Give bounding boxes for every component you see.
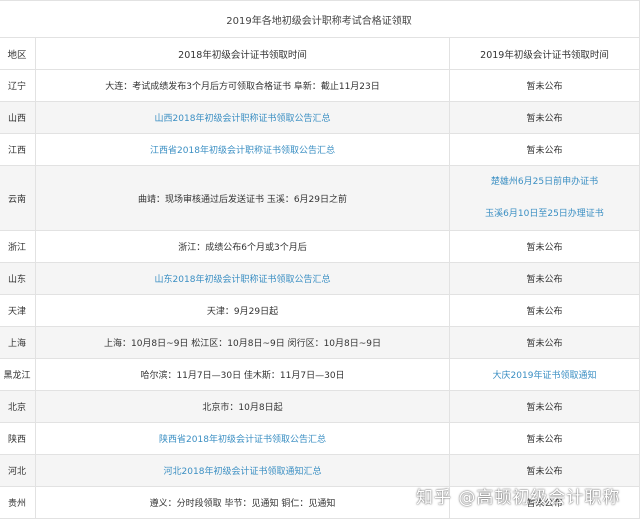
table-row: 辽宁 大连：考试成绩发布3个月后方可领取合格证书 阜新：截止11月23日 暂未公布	[0, 69, 640, 102]
text-2018: 上海：10月8日~9日 松江区：10月8日~9日 闵行区：10月8日~9日	[103, 339, 382, 349]
page: 2019年各地初级会计职称考试合格证领取 地区 2018年初级会计证书领取时间 …	[0, 0, 640, 527]
link-2018[interactable]: 陕西省2018年初级会计证书领取公告汇总	[159, 435, 326, 445]
table-title: 2019年各地初级会计职称考试合格证领取	[0, 0, 640, 38]
text-2018: 曲靖：现场审核通过后发送证书 玉溪：6月29日之前	[137, 194, 348, 205]
region-cell: 天津	[0, 294, 36, 327]
table-row: 上海 上海：10月8日~9日 松江区：10月8日~9日 闵行区：10月8日~9日 暂…	[0, 326, 640, 359]
cell-2019: 暂未公布	[449, 454, 640, 487]
table-row: 北京 北京市：10月8日起 暂未公布	[0, 390, 640, 423]
cell-2019: 暂未公布	[449, 133, 640, 166]
text-2019: 暂未公布	[526, 114, 563, 124]
cell-2018: 北京市：10月8日起	[35, 390, 450, 423]
region-cell: 陕西	[0, 422, 36, 455]
link-2018[interactable]: 山东2018年初级会计职称证书领取公告汇总	[155, 275, 331, 285]
cell-2019: 暂未公布	[449, 326, 640, 359]
table-row: 天津 天津：9月29日起 暂未公布	[0, 294, 640, 327]
cell-2019: 楚雄州6月25日前申办证书 玉溪6月10日至25日办理证书	[449, 165, 640, 231]
text-2018: 遵义：分时段领取 毕节：见通知 铜仁：见通知	[149, 499, 336, 509]
cell-2018: 大连：考试成绩发布3个月后方可领取合格证书 阜新：截止11月23日	[35, 69, 450, 102]
cell-2018: 天津：9月29日起	[35, 294, 450, 327]
certificate-table: 2019年各地初级会计职称考试合格证领取 地区 2018年初级会计证书领取时间 …	[0, 0, 640, 519]
link-2019[interactable]: 玉溪6月10日至25日办理证书	[452, 198, 637, 230]
region-cell: 上海	[0, 326, 36, 359]
table-row: 陕西 陕西省2018年初级会计证书领取公告汇总 暂未公布	[0, 422, 640, 455]
cell-2019: 暂未公布	[449, 422, 640, 455]
text-2019: 暂未公布	[526, 467, 563, 477]
cell-2018: 山西2018年初级会计职称证书领取公告汇总	[35, 101, 450, 134]
table-row: 山东 山东2018年初级会计职称证书领取公告汇总 暂未公布	[0, 262, 640, 295]
cell-2019: 暂未公布	[449, 69, 640, 102]
table-row: 河北 河北2018年初级会计证书领取通知汇总 暂未公布	[0, 454, 640, 487]
table-row: 江西 江西省2018年初级会计职称证书领取公告汇总 暂未公布	[0, 133, 640, 166]
text-2018: 大连：考试成绩发布3个月后方可领取合格证书 阜新：截止11月23日	[105, 82, 380, 92]
cell-2018: 上海：10月8日~9日 松江区：10月8日~9日 闵行区：10月8日~9日	[35, 326, 450, 359]
cell-2019: 暂未公布	[449, 294, 640, 327]
region-cell: 北京	[0, 390, 36, 423]
watermark: 知乎 @高顿初级会计职称	[416, 488, 621, 508]
text-2019: 暂未公布	[526, 403, 563, 413]
region-cell: 辽宁	[0, 69, 36, 102]
cell-2019: 暂未公布	[449, 262, 640, 295]
region-cell: 云南	[0, 165, 36, 231]
region-cell: 浙江	[0, 230, 36, 263]
cell-2019: 暂未公布	[449, 101, 640, 134]
cell-2018: 浙江：成绩公布6个月或3个月后	[35, 230, 450, 263]
cell-2018: 遵义：分时段领取 毕节：见通知 铜仁：见通知	[35, 486, 450, 519]
text-2018: 天津：9月29日起	[206, 307, 279, 317]
link-2018[interactable]: 河北2018年初级会计证书领取通知汇总	[164, 467, 322, 477]
table-row: 云南 曲靖：现场审核通过后发送证书 玉溪：6月29日之前 楚雄州6月25日前申办证书…	[0, 165, 640, 231]
region-cell: 贵州	[0, 486, 36, 519]
text-2019: 暂未公布	[526, 275, 563, 285]
column-header-2018: 2018年初级会计证书领取时间	[35, 37, 450, 70]
cell-2018: 山东2018年初级会计职称证书领取公告汇总	[35, 262, 450, 295]
text-2018: 浙江：成绩公布6个月或3个月后	[178, 243, 307, 253]
text-2019: 暂未公布	[526, 243, 563, 253]
cell-2019: 大庆2019年证书领取通知	[449, 358, 640, 391]
table-row: 黑龙江 哈尔滨：11月7日—30日 佳木斯：11月7日—30日 大庆2019年证书领…	[0, 358, 640, 391]
region-cell: 河北	[0, 454, 36, 487]
table-row: 山西 山西2018年初级会计职称证书领取公告汇总 暂未公布	[0, 101, 640, 134]
column-header-region: 地区	[0, 37, 36, 70]
text-2019: 暂未公布	[526, 339, 563, 349]
region-cell: 山西	[0, 101, 36, 134]
cell-2018: 曲靖：现场审核通过后发送证书 玉溪：6月29日之前	[35, 165, 450, 231]
cell-2019: 暂未公布	[449, 230, 640, 263]
link-2018[interactable]: 江西省2018年初级会计职称证书领取公告汇总	[150, 146, 335, 156]
link-2018[interactable]: 山西2018年初级会计职称证书领取公告汇总	[155, 114, 331, 124]
cell-2018: 哈尔滨：11月7日—30日 佳木斯：11月7日—30日	[35, 358, 450, 391]
link-2019[interactable]: 楚雄州6月25日前申办证书	[452, 167, 637, 199]
region-cell: 江西	[0, 133, 36, 166]
table-row: 浙江 浙江：成绩公布6个月或3个月后 暂未公布	[0, 230, 640, 263]
table-body: 辽宁 大连：考试成绩发布3个月后方可领取合格证书 阜新：截止11月23日 暂未公布山…	[0, 69, 640, 519]
cell-2018: 陕西省2018年初级会计证书领取公告汇总	[35, 422, 450, 455]
region-cell: 黑龙江	[0, 358, 36, 391]
cell-2018: 江西省2018年初级会计职称证书领取公告汇总	[35, 133, 450, 166]
text-2019: 暂未公布	[526, 435, 563, 445]
region-cell: 山东	[0, 262, 36, 295]
column-header-2019: 2019年初级会计证书领取时间	[449, 37, 640, 70]
text-2019: 暂未公布	[526, 82, 563, 92]
text-2019: 暂未公布	[526, 307, 563, 317]
text-2019: 暂未公布	[526, 146, 563, 156]
text-2018: 北京市：10月8日起	[202, 403, 283, 413]
cell-2018: 河北2018年初级会计证书领取通知汇总	[35, 454, 450, 487]
link-2019[interactable]: 大庆2019年证书领取通知	[493, 371, 597, 381]
text-2018: 哈尔滨：11月7日—30日 佳木斯：11月7日—30日	[140, 371, 345, 381]
cell-2019: 暂未公布	[449, 390, 640, 423]
